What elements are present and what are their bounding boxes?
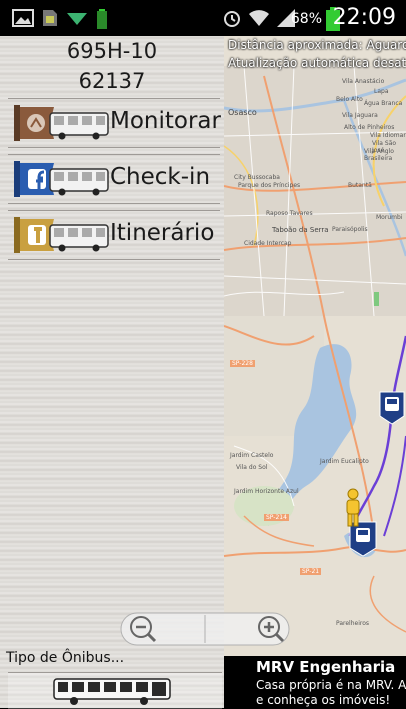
map-label-agua-branca: Água Branca xyxy=(364,100,403,107)
bus-stop-marker-icon[interactable] xyxy=(378,390,406,426)
auto-update-info: Atualização automática desat xyxy=(228,56,406,70)
map-label-taboao-da-serra: Taboão da Serra xyxy=(272,226,329,234)
map-label-parelheiros: Parelheiros xyxy=(336,620,370,627)
map-label-jardim-eucalipto: Jardim Eucalipto xyxy=(320,458,369,465)
map-label-parque-principes: Parque dos Príncipes xyxy=(238,182,301,189)
bus-type-button[interactable] xyxy=(8,672,222,709)
bus-monitor-icon xyxy=(14,105,109,141)
map-label-vila-jaguara: Vila Jaguara xyxy=(342,112,378,119)
route-bus-icon xyxy=(14,217,109,253)
download-icon xyxy=(67,13,87,25)
battery-small-icon xyxy=(97,9,107,29)
map-label-vila-anastacio: Vila Anastácio xyxy=(342,78,385,85)
menu-label-monitorar: Monitorar xyxy=(110,108,221,134)
status-bar: 68% 22:09 xyxy=(0,0,406,36)
alarm-icon xyxy=(224,11,240,27)
left-panel: 695H-10 62137 Monitorar Check-in Itinerá… xyxy=(0,36,224,709)
menu-item-monitorar[interactable]: Monitorar xyxy=(8,98,221,148)
map-label-vila-anglo: Vila Anglo Brasileira xyxy=(364,148,394,162)
facebook-bus-icon xyxy=(14,161,109,197)
ad-title: MRV Engenharia xyxy=(256,658,396,676)
ad-line-1: Casa própria é na MRV. Ace xyxy=(256,678,406,692)
menu-item-check-in[interactable]: Check-in xyxy=(8,154,220,204)
map-label-sp228: SP-228 xyxy=(230,360,255,367)
bus-side-icon xyxy=(53,678,171,705)
map-label-belo-alto: Belo Alto xyxy=(336,96,363,103)
zoom-in-icon[interactable] xyxy=(256,614,286,644)
zoom-controls xyxy=(120,612,290,646)
map-label-raposo-tavares: Raposo Tavares xyxy=(266,210,313,217)
map-label-jardim-horizonte-azul: Jardim Horizonte Azul xyxy=(234,488,299,495)
bus-type-label: Tipo de Ônibus... xyxy=(6,650,125,666)
map-label-morumbi: Morumbi xyxy=(376,214,403,221)
menu-label-check-in: Check-in xyxy=(110,164,211,190)
ad-line-2: e conheça os imóveis! xyxy=(256,693,391,707)
distance-info: Distância aproximada: Aguard xyxy=(228,38,406,52)
map-label-butanta: Butantã xyxy=(348,182,372,189)
map-label-sp21: SP-21 xyxy=(300,568,322,575)
wifi-icon xyxy=(249,10,269,26)
map-label-lapa: Lapa xyxy=(374,88,389,95)
map-label-jardim-castelo: Jardim Castelo xyxy=(230,452,274,459)
map-label-alto-de-pinheiros: Alto de Pinheiros xyxy=(344,124,395,131)
menu-label-itinerario: Itinerário xyxy=(110,220,215,246)
clock: 22:09 xyxy=(332,5,396,30)
map-label-cidade-intercap: Cidade Intercap xyxy=(244,240,292,247)
ad-banner[interactable]: MRV Engenharia Casa própria é na MRV. Ac… xyxy=(224,656,406,708)
sim-card-icon xyxy=(43,10,57,26)
map-view[interactable]: Vila Anastácio Lapa Belo Alto Água Branc… xyxy=(224,36,406,656)
map-label-sp214: SP-214 xyxy=(264,514,289,521)
map-label-vila-idiomar: Vila Idiomar xyxy=(370,132,406,139)
menu-item-itinerario[interactable]: Itinerário xyxy=(8,210,220,260)
vehicle-id: 62137 xyxy=(78,69,146,93)
map-label-paraisopolis: Paraisópolis xyxy=(332,226,368,233)
map-label-city-bussocaba: City Bussocaba xyxy=(234,174,280,181)
battery-percent: 68% xyxy=(290,11,322,27)
gallery-icon xyxy=(12,9,34,27)
zoom-out-icon[interactable] xyxy=(128,614,158,644)
pedestrian-icon xyxy=(346,488,360,527)
map-label-osasco: Osasco xyxy=(228,108,257,117)
line-code: 695H-10 xyxy=(66,39,158,63)
map-label-vila-do-sol: Vila do Sol xyxy=(236,464,268,471)
